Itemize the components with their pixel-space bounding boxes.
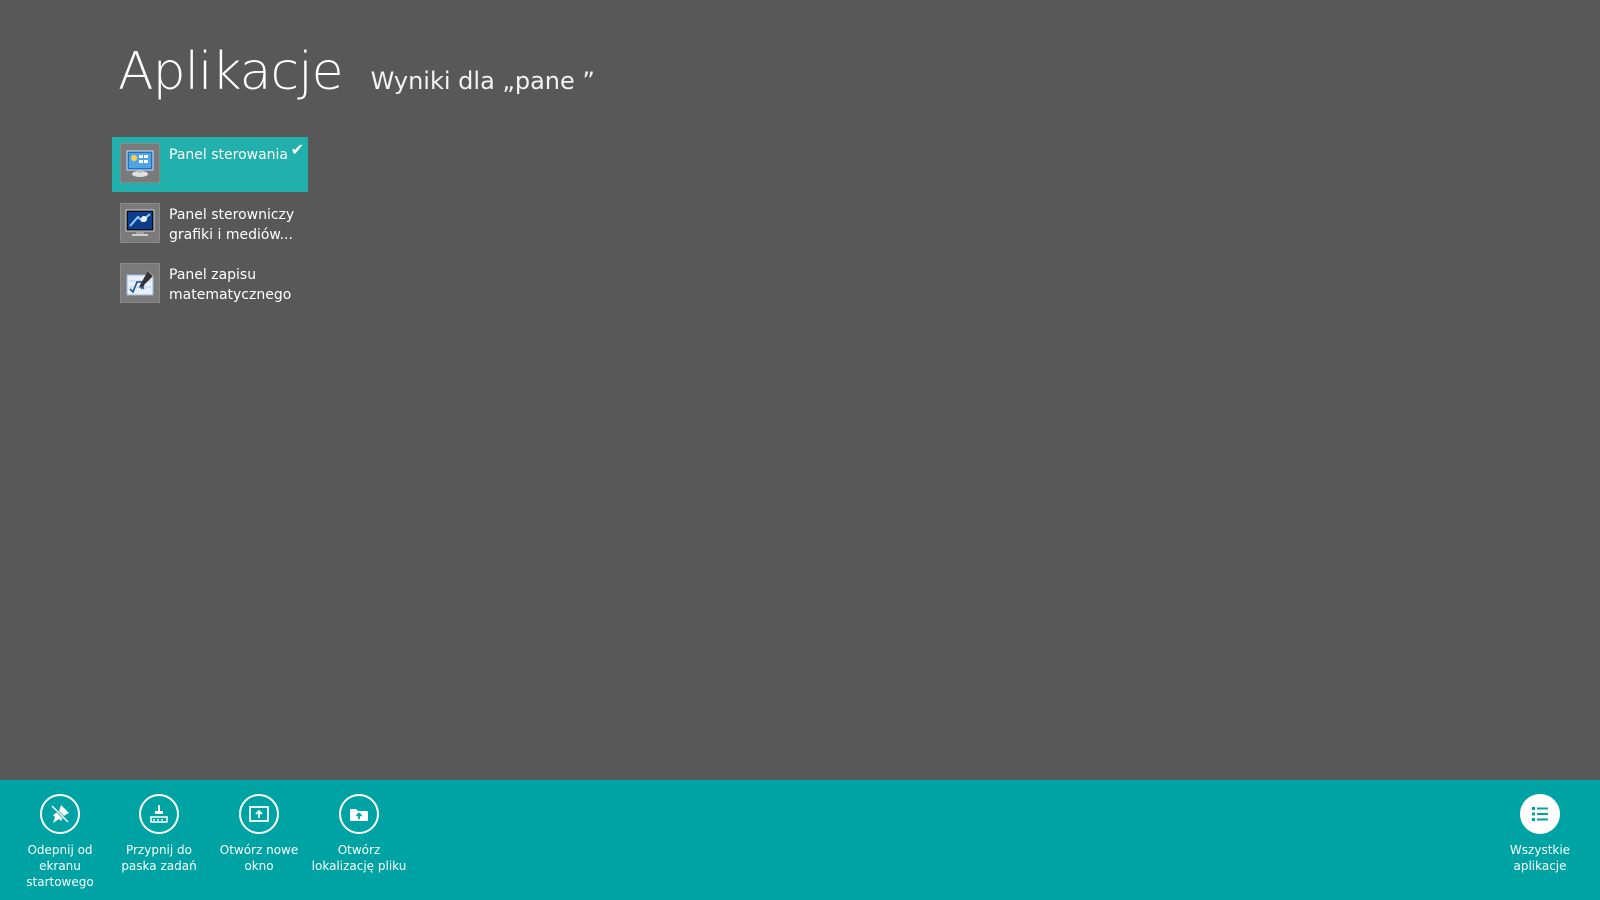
start-search-screen: Aplikacje Wyniki dla „pane ” Panel stero…	[0, 0, 1600, 900]
unpin-from-start-button[interactable]: Odepnij od ekranu startowego	[10, 794, 110, 890]
pin-to-taskbar-label: Przypnij do paska zadań	[121, 843, 197, 873]
results-list: Panel sterowania ✔ Panel sterowniczy gra…	[112, 137, 308, 317]
result-label: Panel zapisu matematycznego	[169, 267, 292, 303]
all-apps-label: Wszystkie aplikacje	[1509, 843, 1571, 873]
header: Aplikacje Wyniki dla „pane ”	[118, 46, 595, 98]
folder-icon	[339, 794, 379, 834]
math-input-panel-icon	[120, 263, 160, 303]
open-file-location-label: Otwórz lokalizację pliku	[311, 843, 407, 873]
result-label: Panel sterowniczy grafiki i mediów...	[169, 207, 295, 243]
page-title: Aplikacje	[118, 42, 344, 102]
open-new-window-button[interactable]: Otwórz nowe okno	[209, 794, 309, 874]
search-results-label: Wyniki dla „pane ”	[370, 67, 595, 95]
pin-to-taskbar-button[interactable]: Przypnij do paska zadań	[109, 794, 209, 874]
result-item-math-input-panel[interactable]: Panel zapisu matematycznego	[112, 257, 308, 312]
graphics-media-panel-icon	[120, 203, 160, 243]
open-file-location-button[interactable]: Otwórz lokalizację pliku	[309, 794, 409, 874]
open-new-window-label: Otwórz nowe okno	[219, 843, 299, 873]
new-window-icon	[239, 794, 279, 834]
pin-taskbar-icon	[139, 794, 179, 834]
control-panel-icon	[120, 143, 160, 183]
result-item-graphics-media-panel[interactable]: Panel sterowniczy grafiki i mediów...	[112, 197, 308, 252]
result-item-control-panel[interactable]: Panel sterowania ✔	[112, 137, 308, 192]
result-label: Panel sterowania	[169, 147, 288, 163]
list-icon	[1520, 794, 1560, 834]
unpin-from-start-label: Odepnij od ekranu startowego	[26, 843, 94, 889]
app-bar: Odepnij od ekranu startowego Przypnij do…	[0, 780, 1600, 900]
checkmark-icon: ✔	[290, 140, 304, 159]
unpin-icon	[40, 794, 80, 834]
all-apps-button[interactable]: Wszystkie aplikacje	[1490, 794, 1590, 874]
